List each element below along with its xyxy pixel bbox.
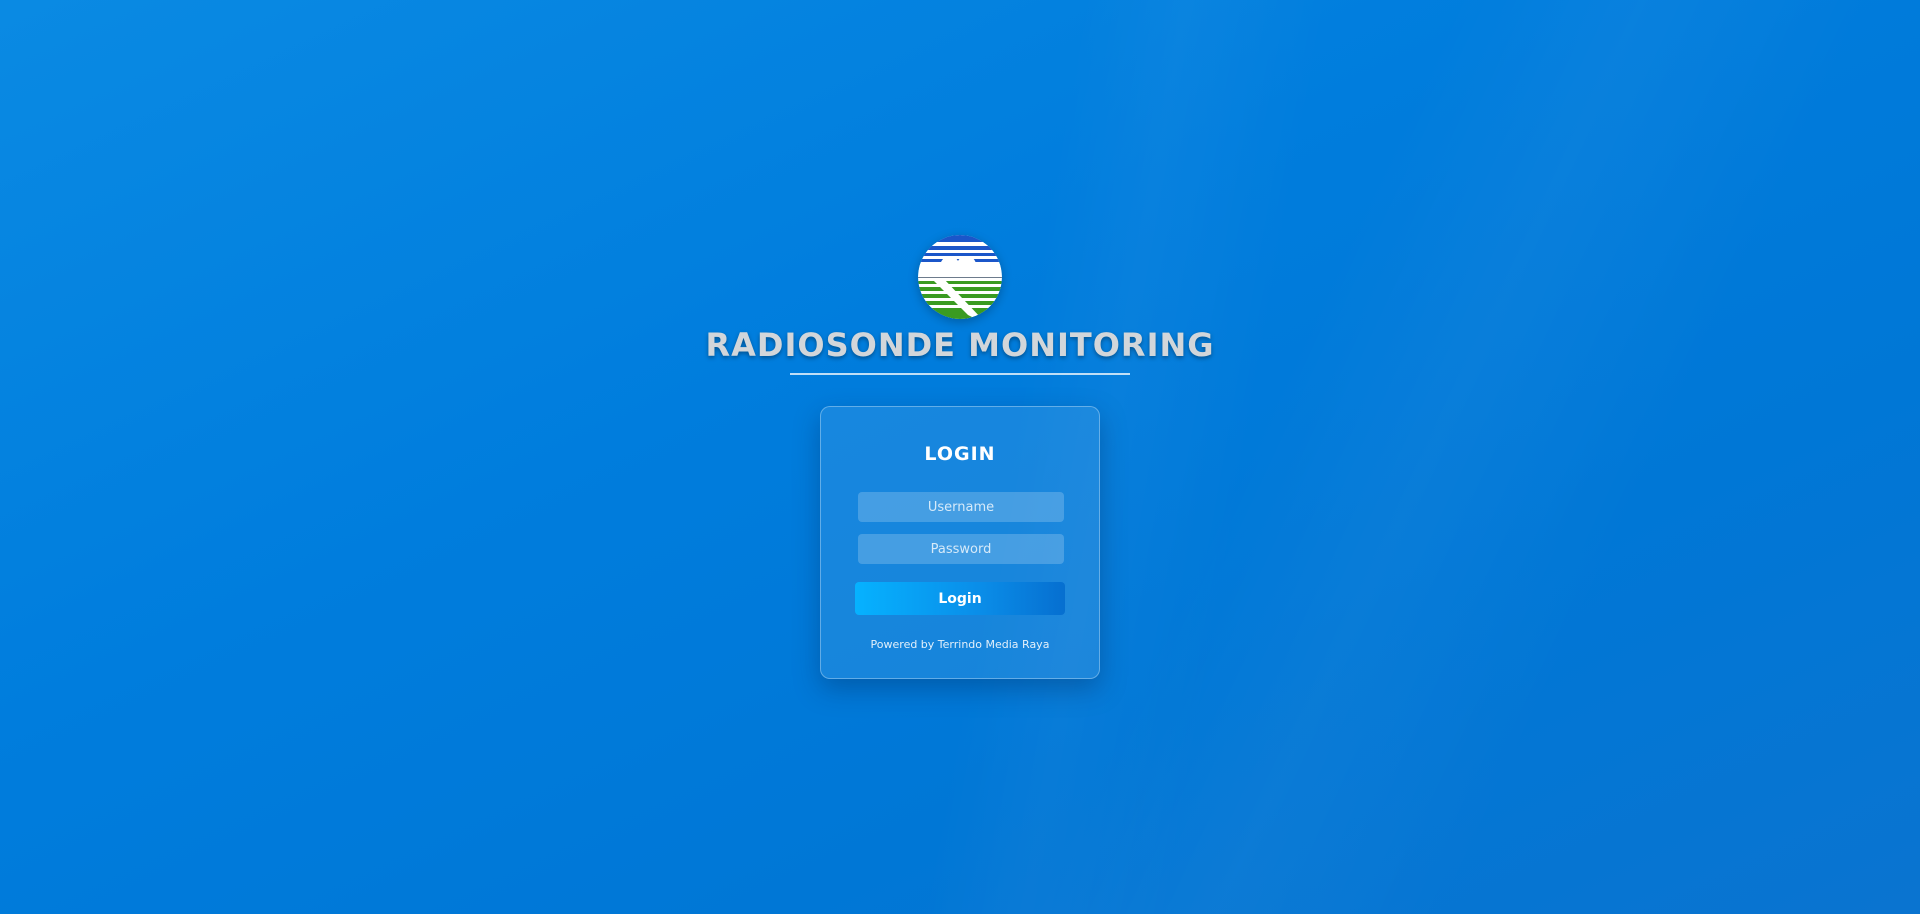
login-card: LOGIN Login Powered by Terrindo Media Ra…	[820, 406, 1100, 679]
title-underline	[790, 373, 1130, 375]
app-logo-icon	[918, 235, 1002, 319]
powered-by-text: Powered by Terrindo Media Raya	[870, 638, 1050, 651]
login-button[interactable]: Login	[855, 582, 1065, 615]
app-title: RADIOSONDE MONITORING	[705, 326, 1215, 364]
username-input[interactable]	[858, 492, 1064, 522]
password-input[interactable]	[858, 534, 1064, 564]
login-heading: LOGIN	[924, 443, 996, 465]
